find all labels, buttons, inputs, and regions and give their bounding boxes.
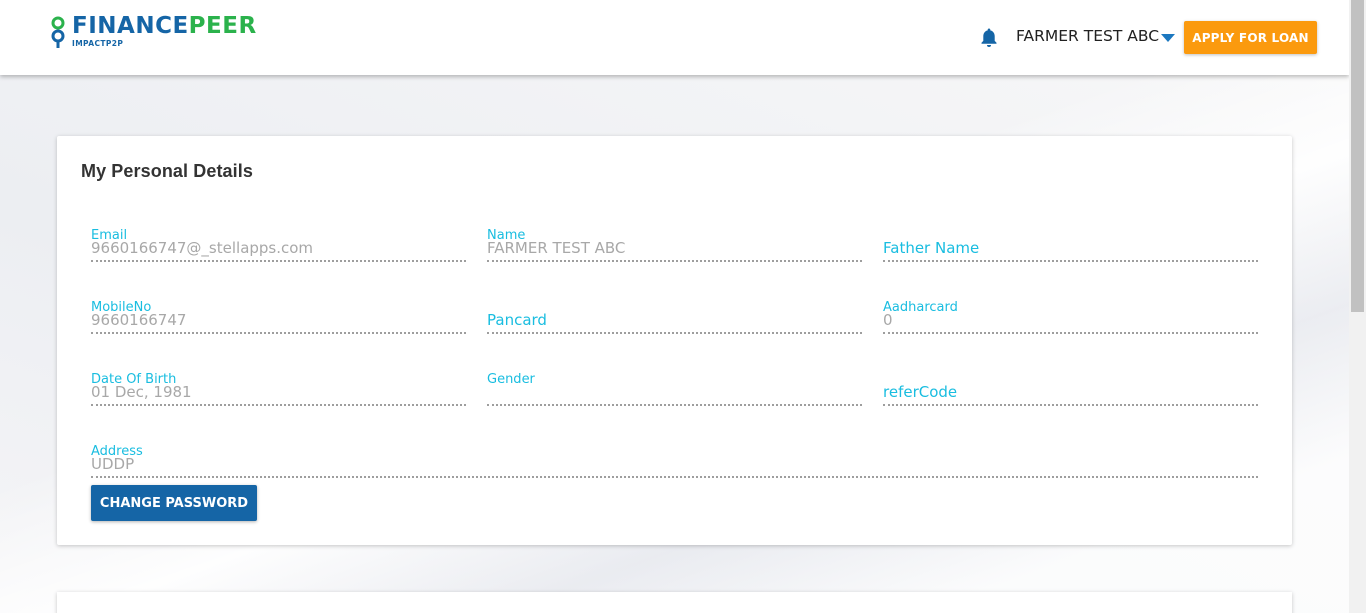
field-underline [883,332,1258,334]
mobile-label: MobileNo [91,300,152,315]
user-name[interactable]: FARMER TEST ABC [1016,27,1159,45]
field-underline [487,260,862,262]
pancard-field[interactable]: Pancard [487,294,862,334]
email-field[interactable]: 9660166747@_stellapps.com Email [91,222,466,262]
dob-field[interactable]: 01 Dec, 1981 Date Of Birth [91,366,466,406]
change-password-button[interactable]: CHANGE PASSWORD [91,485,257,521]
logo-mark-icon [51,16,65,48]
apply-for-loan-button[interactable]: APPLY FOR LOAN [1184,21,1317,54]
card-title: My Personal Details [81,161,253,181]
chevron-down-icon[interactable] [1161,34,1175,42]
refercode-label: referCode [883,383,958,401]
field-underline [91,476,1258,478]
field-underline [883,260,1258,262]
logo-text: FINANCEPEER IMPACTP2P [72,14,257,48]
logo-subtitle: IMPACTP2P [72,39,124,48]
address-label: Address [91,444,143,459]
email-label: Email [91,228,128,243]
aadharcard-label: Aadharcard [883,300,958,315]
personal-details-card: My Personal Details 9660166747@_stellapp… [57,136,1292,545]
top-navbar: FINANCEPEER IMPACTP2P FARMER TEST ABC AP… [0,0,1349,75]
field-underline [487,332,862,334]
field-underline [91,332,466,334]
pancard-label: Pancard [487,311,547,329]
refercode-field[interactable]: referCode [883,366,1258,406]
address-field[interactable]: UDDP Address [91,438,1258,478]
name-label: Name [487,228,526,243]
father-name-label: Father Name [883,239,980,257]
secondary-card [57,592,1292,613]
field-underline [91,260,466,262]
field-underline [487,404,862,406]
financepeer-logo[interactable]: FINANCEPEER IMPACTP2P [50,14,257,50]
father-name-field[interactable]: Father Name [883,222,1258,262]
scrollbar-thumb[interactable] [1351,0,1364,312]
field-underline [883,404,1258,406]
dob-label: Date Of Birth [91,372,177,387]
gender-label: Gender [487,372,535,387]
gender-field[interactable]: Gender [487,366,862,406]
name-field[interactable]: FARMER TEST ABC Name [487,222,862,262]
vertical-scrollbar[interactable] [1349,0,1366,613]
bell-icon[interactable] [979,27,999,48]
mobile-field[interactable]: 9660166747 MobileNo [91,294,466,334]
logo-wordmark: FINANCEPEER [72,13,257,39]
field-underline [91,404,466,406]
aadharcard-field[interactable]: 0 Aadharcard [883,294,1258,334]
